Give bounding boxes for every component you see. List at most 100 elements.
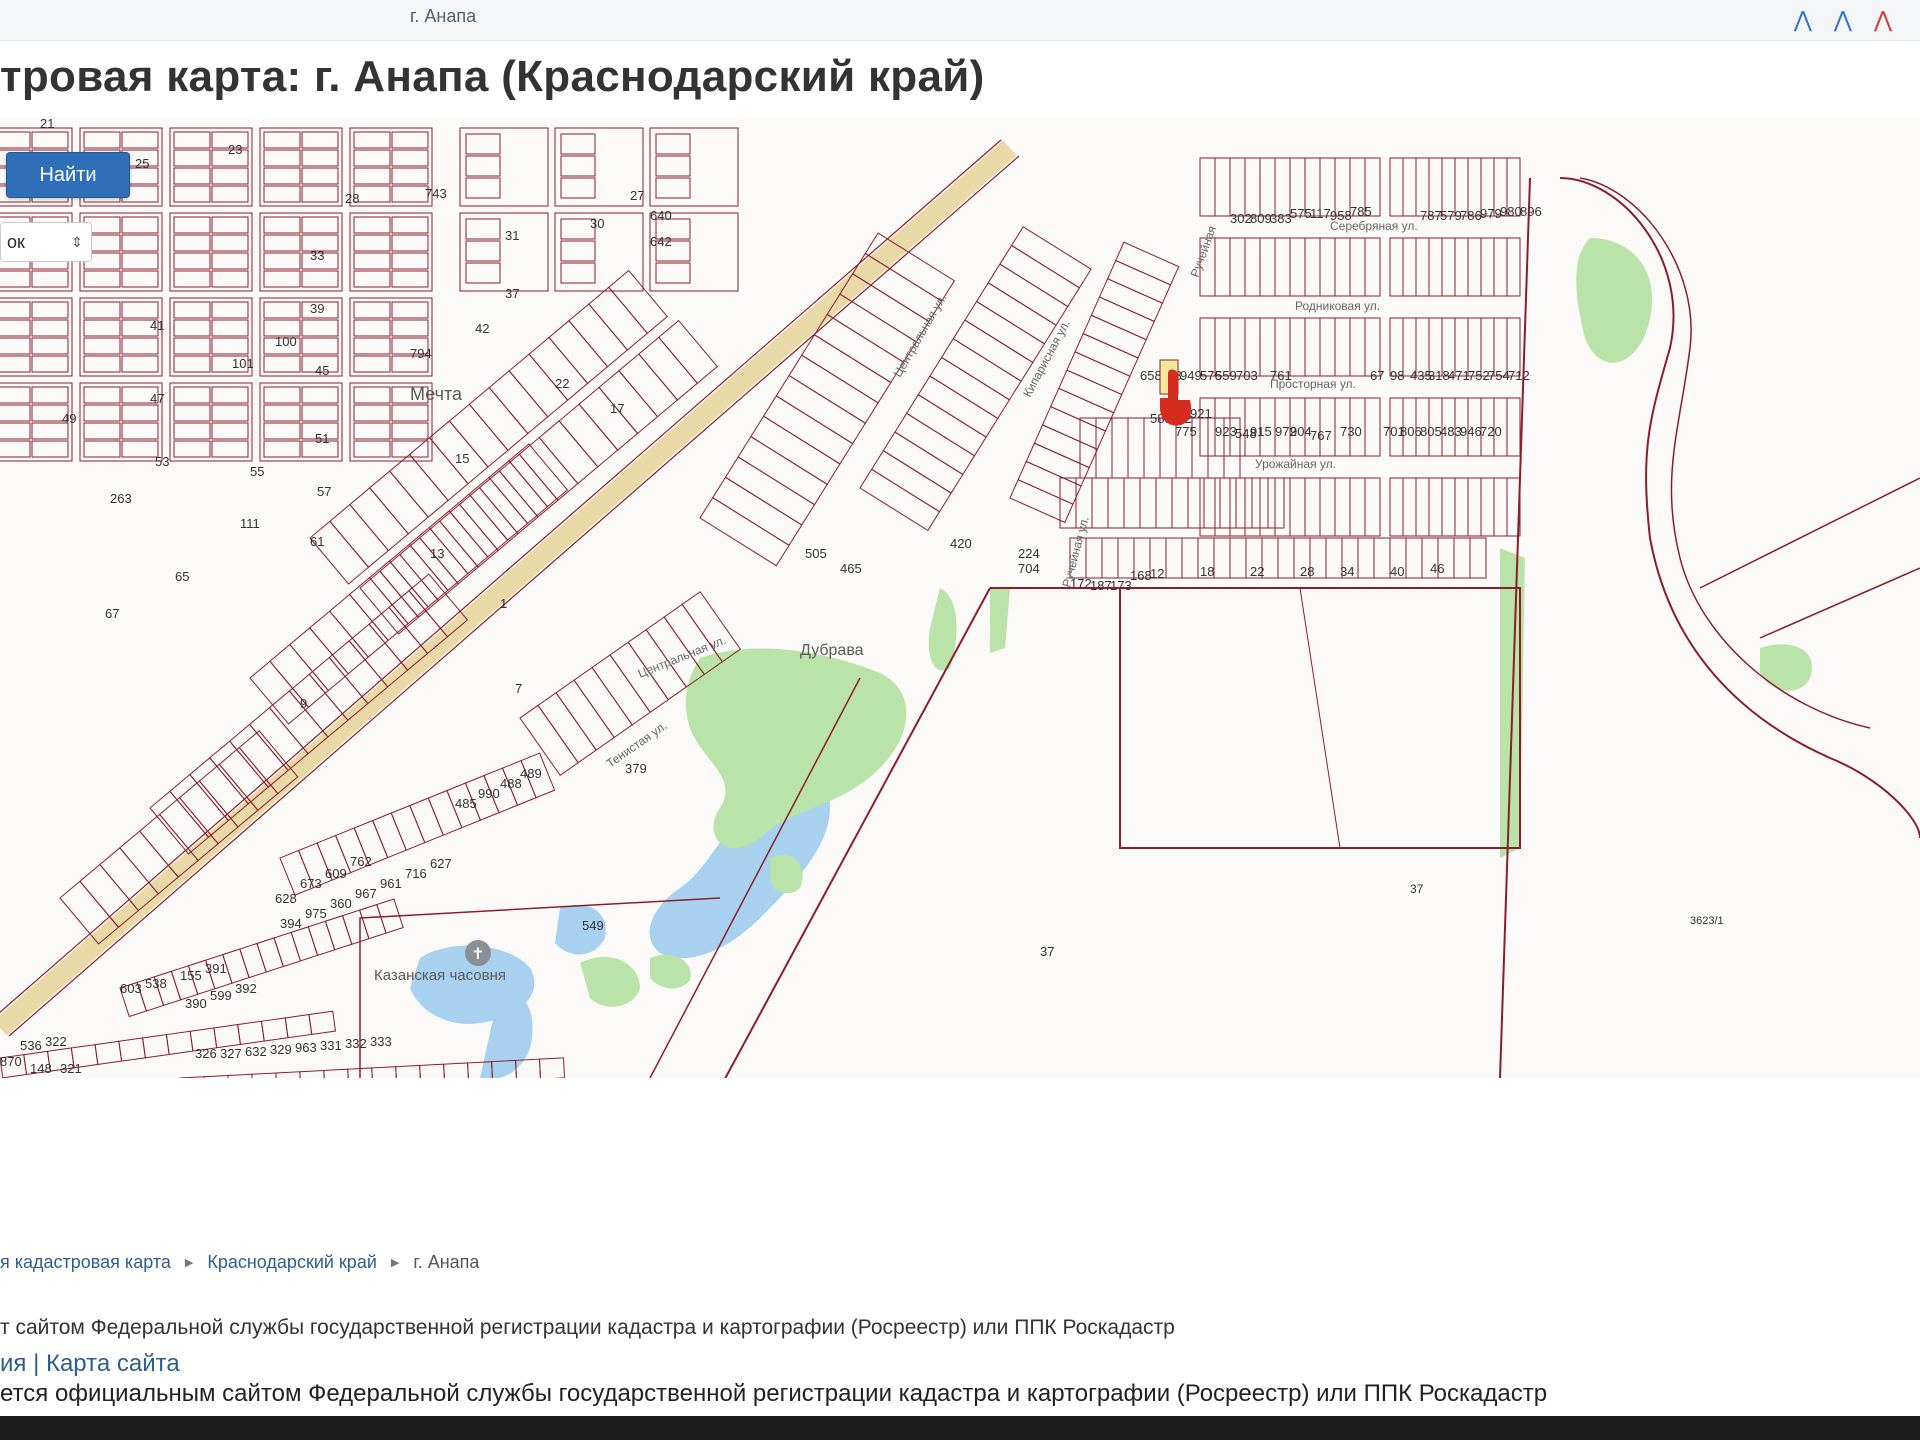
parcel[interactable] bbox=[353, 355, 391, 373]
parcel[interactable] bbox=[1066, 351, 1131, 396]
block[interactable] bbox=[459, 127, 549, 207]
parcel[interactable] bbox=[1127, 417, 1145, 479]
parcel[interactable] bbox=[1274, 477, 1291, 537]
parcel[interactable] bbox=[173, 404, 211, 422]
parcel[interactable] bbox=[263, 355, 301, 373]
parcel[interactable] bbox=[1319, 477, 1336, 537]
parcel[interactable] bbox=[83, 440, 121, 458]
parcel[interactable] bbox=[391, 422, 429, 440]
parcel[interactable] bbox=[173, 355, 211, 373]
parcel[interactable] bbox=[260, 1017, 289, 1042]
parcel[interactable] bbox=[1203, 477, 1221, 529]
block[interactable] bbox=[259, 212, 343, 292]
parcel[interactable] bbox=[328, 593, 389, 658]
parcel[interactable] bbox=[1214, 237, 1231, 297]
parcel[interactable] bbox=[369, 470, 429, 535]
parcel[interactable] bbox=[118, 1037, 146, 1062]
parcel[interactable] bbox=[99, 847, 160, 912]
parcel[interactable] bbox=[173, 167, 211, 185]
parcel[interactable] bbox=[1480, 237, 1495, 297]
breadcrumb-item-region[interactable]: Краснодарский край bbox=[207, 1252, 377, 1273]
parcel[interactable] bbox=[83, 355, 121, 373]
parcel[interactable] bbox=[1181, 537, 1199, 579]
parcel[interactable] bbox=[251, 1072, 278, 1078]
parcel[interactable] bbox=[1267, 477, 1285, 529]
parcel[interactable] bbox=[1364, 477, 1381, 537]
parcel[interactable] bbox=[1319, 237, 1336, 297]
parcel[interactable] bbox=[353, 337, 391, 355]
parcel[interactable] bbox=[788, 354, 879, 424]
parcel[interactable] bbox=[353, 149, 391, 167]
parcel[interactable] bbox=[1235, 477, 1253, 529]
parcel[interactable] bbox=[395, 1064, 422, 1078]
parcel[interactable] bbox=[1143, 417, 1161, 479]
parcel[interactable] bbox=[353, 319, 391, 337]
parcel[interactable] bbox=[560, 155, 596, 177]
parcel[interactable] bbox=[1289, 237, 1306, 297]
parcel[interactable] bbox=[391, 404, 429, 422]
parcel[interactable] bbox=[1277, 537, 1295, 579]
parcel[interactable] bbox=[538, 420, 599, 485]
parcel[interactable] bbox=[1244, 157, 1261, 217]
parcel[interactable] bbox=[1219, 477, 1237, 529]
parcel[interactable] bbox=[1214, 477, 1231, 537]
parcel[interactable] bbox=[348, 577, 409, 642]
parcel[interactable] bbox=[1058, 369, 1123, 414]
parcel[interactable] bbox=[228, 723, 289, 788]
parcel[interactable] bbox=[263, 149, 301, 167]
parcel[interactable] bbox=[121, 234, 159, 252]
parcel[interactable] bbox=[353, 386, 391, 404]
parcel[interactable] bbox=[0, 131, 31, 149]
parcel[interactable] bbox=[31, 319, 69, 337]
parcel[interactable] bbox=[391, 234, 429, 252]
parcel[interactable] bbox=[1123, 477, 1141, 529]
parcel[interactable] bbox=[438, 503, 499, 568]
parcel[interactable] bbox=[83, 337, 121, 355]
parcel[interactable] bbox=[263, 131, 301, 149]
parcel[interactable] bbox=[368, 560, 429, 625]
parcel[interactable] bbox=[263, 386, 301, 404]
parcel[interactable] bbox=[173, 270, 211, 288]
parcel[interactable] bbox=[391, 270, 429, 288]
parcel[interactable] bbox=[1319, 397, 1336, 457]
parcel[interactable] bbox=[1229, 477, 1246, 537]
parcel[interactable] bbox=[391, 167, 429, 185]
parcel[interactable] bbox=[448, 493, 509, 558]
parcel[interactable] bbox=[31, 301, 69, 319]
parcel[interactable] bbox=[465, 218, 501, 240]
parcel[interactable] bbox=[1334, 237, 1351, 297]
parcel[interactable] bbox=[263, 216, 301, 234]
parcel[interactable] bbox=[1085, 537, 1103, 579]
parcel[interactable] bbox=[775, 374, 867, 445]
block[interactable] bbox=[259, 297, 343, 377]
parcel[interactable] bbox=[1389, 157, 1404, 217]
parcel[interactable] bbox=[121, 252, 159, 270]
parcel[interactable] bbox=[211, 404, 249, 422]
parcel[interactable] bbox=[179, 1076, 206, 1078]
parcel[interactable] bbox=[568, 303, 629, 368]
parcel[interactable] bbox=[173, 440, 211, 458]
parcel[interactable] bbox=[618, 353, 679, 418]
parcel[interactable] bbox=[211, 301, 249, 319]
parcel[interactable] bbox=[83, 131, 121, 149]
parcel[interactable] bbox=[121, 422, 159, 440]
block[interactable] bbox=[169, 127, 253, 207]
parcel[interactable] bbox=[263, 422, 301, 440]
parcel[interactable] bbox=[468, 476, 529, 541]
parcel[interactable] bbox=[328, 640, 389, 705]
parcel[interactable] bbox=[121, 216, 159, 234]
block[interactable] bbox=[79, 297, 163, 377]
cadastral-map[interactable]: 743 640 642 27 30 794 42 101 100 45 51 57 263 111 61 65… bbox=[0, 118, 1920, 1078]
parcel[interactable] bbox=[1214, 157, 1231, 217]
parcel[interactable] bbox=[301, 167, 339, 185]
parcel[interactable] bbox=[83, 319, 121, 337]
parcel[interactable] bbox=[173, 149, 211, 167]
parcel[interactable] bbox=[353, 216, 391, 234]
parcel[interactable] bbox=[1506, 397, 1521, 457]
parcel[interactable] bbox=[737, 435, 828, 506]
parcel[interactable] bbox=[301, 216, 339, 234]
parcel[interactable] bbox=[409, 797, 444, 844]
parcel[interactable] bbox=[211, 440, 249, 458]
parcel[interactable] bbox=[211, 234, 249, 252]
parcel[interactable] bbox=[1111, 417, 1129, 479]
